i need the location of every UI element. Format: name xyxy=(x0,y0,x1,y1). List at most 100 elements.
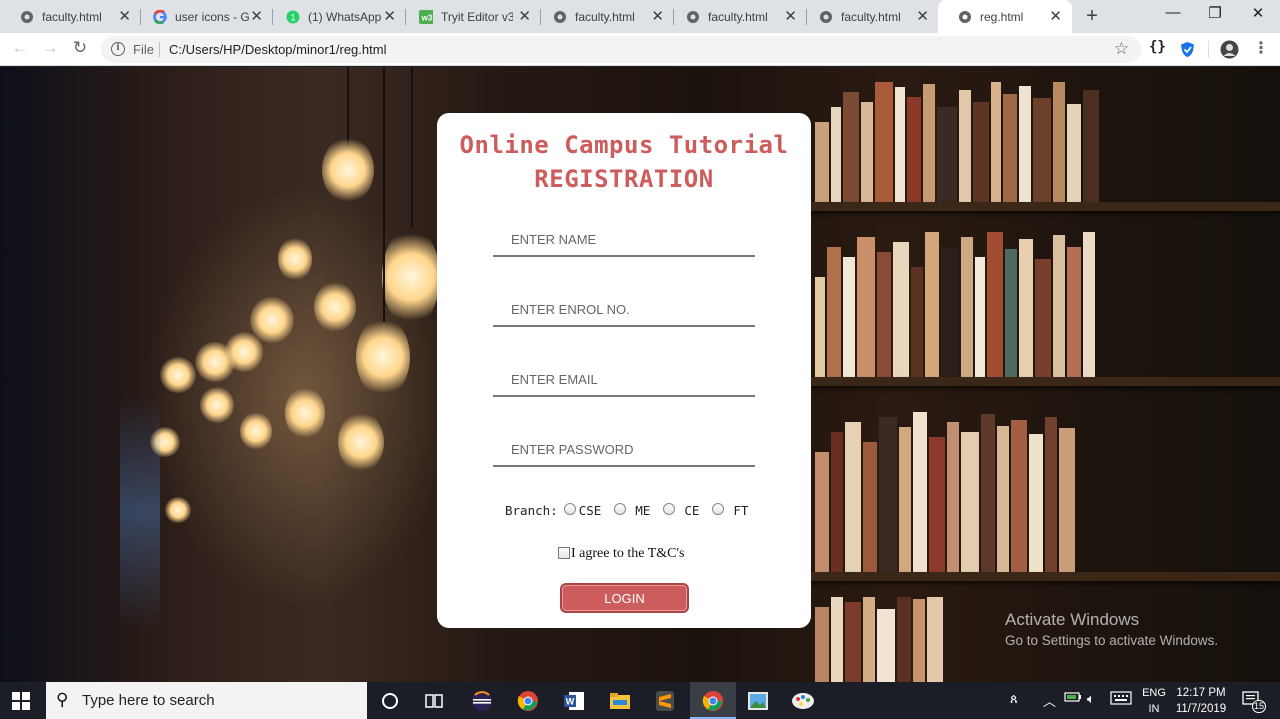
tab-title: reg.html xyxy=(980,9,1024,24)
login-button[interactable]: LOGIN xyxy=(560,583,689,613)
chrome-page-icon xyxy=(553,10,567,24)
address-bar[interactable]: i File C:/Users/HP/Desktop/minor1/reg.ht… xyxy=(101,36,1141,63)
radio-me[interactable] xyxy=(614,503,627,515)
tab-faculty-1[interactable]: faculty.html ✕ xyxy=(0,0,141,33)
close-tab-icon[interactable]: ✕ xyxy=(118,9,131,24)
browser-tab-strip: faculty.html ✕ user icons - Go ✕ 1 (1) W… xyxy=(0,0,1280,33)
shield-extension-icon[interactable] xyxy=(1180,41,1195,61)
page-background: Online Campus Tutorial REGISTRATION Bran… xyxy=(0,67,1280,682)
close-tab-icon[interactable]: ✕ xyxy=(1049,9,1062,24)
light-bulb-decor xyxy=(338,412,384,472)
password-field[interactable] xyxy=(493,434,755,467)
toolbar-divider xyxy=(1208,41,1209,58)
notification-count-badge: 15 xyxy=(1252,700,1267,713)
keyboard-icon[interactable] xyxy=(1110,691,1132,708)
radio-label-ce: CE xyxy=(684,503,700,518)
page-title: Online Campus Tutorial xyxy=(459,131,789,159)
language-indicator[interactable]: ENG IN xyxy=(1141,685,1167,717)
lamp-wire xyxy=(383,67,385,322)
light-bulb-decor xyxy=(165,497,191,523)
taskbar-clock[interactable]: 12:17 PM 11/7/2019 xyxy=(1172,685,1230,717)
radio-label-ft: FT xyxy=(733,503,749,518)
google-icon xyxy=(153,9,167,24)
light-bulb-decor xyxy=(322,137,374,203)
light-bulb-decor xyxy=(314,282,356,332)
tab-faculty-3[interactable]: faculty.html ✕ xyxy=(666,0,807,33)
profile-avatar[interactable] xyxy=(1220,40,1239,62)
taskbar-search-placeholder: Type here to search xyxy=(82,692,215,709)
light-bulb-decor xyxy=(356,317,410,397)
file-explorer-icon[interactable] xyxy=(607,688,633,714)
maximize-button[interactable]: ❐ xyxy=(1200,4,1230,22)
forward-arrow-icon[interactable]: → xyxy=(39,38,61,58)
back-arrow-icon[interactable]: ← xyxy=(9,38,31,58)
chrome-page-icon xyxy=(819,10,833,24)
close-tab-icon[interactable]: ✕ xyxy=(651,9,664,24)
info-icon[interactable]: i xyxy=(111,42,125,56)
battery-icon[interactable] xyxy=(1064,691,1082,706)
close-tab-icon[interactable]: ✕ xyxy=(784,9,797,24)
tab-tryit-editor[interactable]: w3 Tryit Editor v3.6 ✕ xyxy=(399,0,541,33)
tab-whatsapp[interactable]: 1 (1) WhatsApp ✕ xyxy=(266,0,406,33)
tab-faculty-4[interactable]: faculty.html ✕ xyxy=(799,0,939,33)
reload-icon[interactable]: ↻ xyxy=(69,38,91,58)
email-field[interactable] xyxy=(493,364,755,397)
address-divider xyxy=(159,42,160,57)
light-bulb-decor xyxy=(200,387,234,423)
new-tab-button[interactable]: + xyxy=(1082,5,1102,28)
tab-title: faculty.html xyxy=(841,9,901,24)
radio-label-me: ME xyxy=(635,503,651,518)
bookmark-star-icon[interactable]: ☆ xyxy=(1114,39,1129,59)
lamp-wire xyxy=(411,67,413,227)
branch-label: Branch: xyxy=(505,503,558,518)
json-extension-icon[interactable]: {} xyxy=(1149,39,1166,55)
word-icon[interactable]: W xyxy=(561,688,587,714)
chrome-active-icon[interactable] xyxy=(700,688,726,714)
svg-text:1: 1 xyxy=(290,12,295,22)
radio-ce[interactable] xyxy=(663,503,676,515)
tab-faculty-2[interactable]: faculty.html ✕ xyxy=(533,0,674,33)
show-hidden-icons-chevron[interactable]: ︿ xyxy=(1043,691,1056,710)
task-view-icon[interactable] xyxy=(421,688,447,714)
close-tab-icon[interactable]: ✕ xyxy=(916,9,929,24)
shelf-board xyxy=(810,572,1280,581)
photos-icon[interactable] xyxy=(745,688,771,714)
address-url[interactable]: C:/Users/HP/Desktop/minor1/reg.html xyxy=(169,42,386,57)
chrome-page-icon xyxy=(686,10,700,24)
paint-icon[interactable] xyxy=(790,688,816,714)
windows-taskbar: ⚲ Type here to search W ጰ ︿ 🔈︎ ENG IN 12… xyxy=(0,682,1280,719)
search-icon: ⚲ xyxy=(56,690,69,709)
tab-title: Tryit Editor v3.6 xyxy=(441,9,513,24)
enrol-number-field[interactable] xyxy=(493,294,755,327)
terms-checkbox[interactable] xyxy=(558,546,570,559)
chrome-icon[interactable] xyxy=(515,688,541,714)
close-tab-icon[interactable]: ✕ xyxy=(518,9,531,24)
tab-reg-active[interactable]: reg.html ✕ xyxy=(938,0,1072,33)
cortana-icon[interactable] xyxy=(377,688,403,714)
radio-cse[interactable] xyxy=(563,503,576,515)
w3schools-icon: w3 xyxy=(419,9,433,24)
close-tab-icon[interactable]: ✕ xyxy=(250,9,263,24)
svg-text:W: W xyxy=(566,697,575,707)
terms-label: I agree to the T&C's xyxy=(571,546,685,561)
people-icon[interactable]: ጰ xyxy=(1010,691,1018,707)
sublime-text-icon[interactable] xyxy=(652,688,678,714)
language-code: ENG xyxy=(1142,687,1166,699)
windows-start-icon[interactable] xyxy=(12,692,30,710)
tab-title: faculty.html xyxy=(575,9,635,24)
radio-ft[interactable] xyxy=(712,503,725,515)
menu-dots-icon[interactable]: ⋮ xyxy=(1253,38,1269,58)
browser-toolbar: ← → ↻ i File C:/Users/HP/Desktop/minor1/… xyxy=(0,33,1280,66)
volume-icon[interactable]: 🔈︎ xyxy=(1087,691,1095,707)
minimize-button[interactable]: — xyxy=(1158,4,1188,21)
close-window-button[interactable]: ✕ xyxy=(1243,4,1273,22)
page-subtitle: REGISTRATION xyxy=(534,165,714,193)
name-field[interactable] xyxy=(493,224,755,257)
close-tab-icon[interactable]: ✕ xyxy=(383,9,396,24)
eclipse-icon[interactable] xyxy=(469,688,495,714)
clock-date: 11/7/2019 xyxy=(1175,703,1227,715)
registration-card: Online Campus Tutorial REGISTRATION Bran… xyxy=(437,113,811,628)
tab-user-icons[interactable]: user icons - Go ✕ xyxy=(133,0,273,33)
light-bulb-decor xyxy=(160,357,196,393)
taskbar-search-box[interactable]: ⚲ Type here to search xyxy=(46,682,367,719)
